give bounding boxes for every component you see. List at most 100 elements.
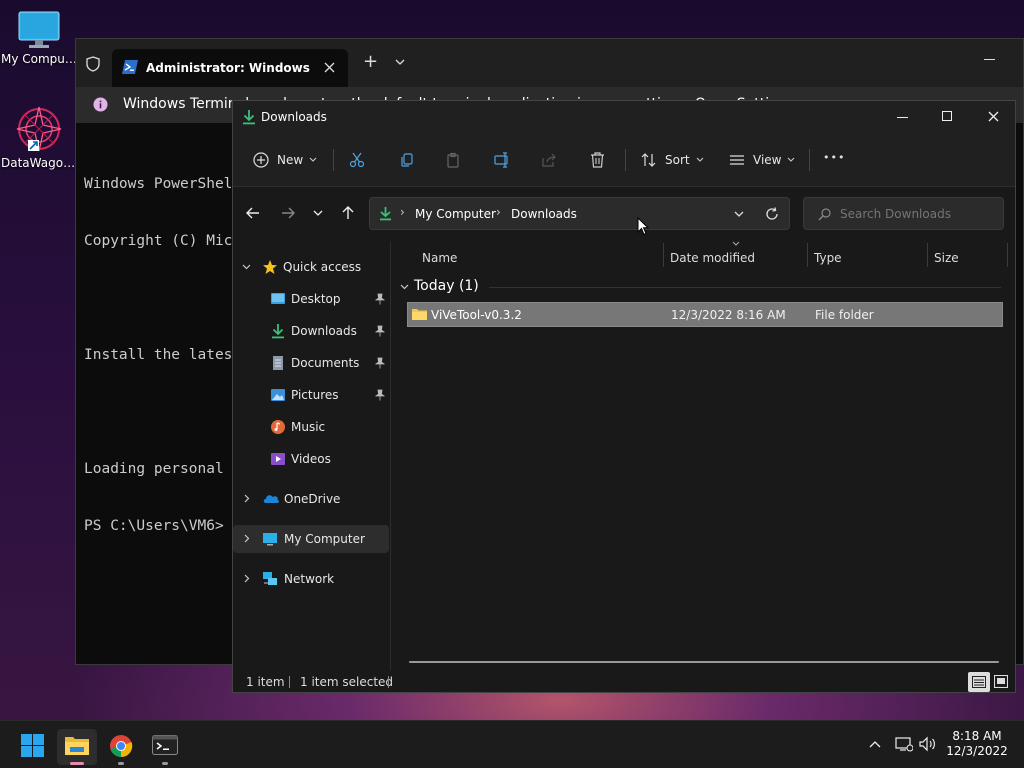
- group-header-today[interactable]: Today (1): [399, 277, 1003, 297]
- navigation-pane[interactable]: Quick access Desktop Downloads Documents…: [233, 241, 391, 671]
- paste-icon[interactable]: [445, 152, 461, 168]
- desktop-icon-my-computer[interactable]: My Computer: [1, 10, 77, 66]
- nav-item-network[interactable]: Network: [233, 565, 389, 593]
- search-input[interactable]: [840, 204, 995, 224]
- taskbar-file-explorer[interactable]: [57, 729, 97, 765]
- chevron-down-icon[interactable]: [395, 59, 405, 66]
- nav-item-onedrive[interactable]: OneDrive: [233, 485, 389, 513]
- view-button[interactable]: View: [729, 145, 795, 175]
- nav-item-pictures[interactable]: Pictures: [233, 381, 389, 409]
- pin-icon[interactable]: [375, 325, 385, 337]
- taskbar-chrome[interactable]: [101, 729, 141, 765]
- nav-item-label: Network: [284, 572, 335, 586]
- chevron-up-icon[interactable]: [869, 740, 881, 748]
- desktop-icon-datawagon[interactable]: DataWagon...: [1, 104, 77, 170]
- system-clock[interactable]: 8:18 AM 12/3/2022: [940, 729, 1014, 759]
- taskbar-terminal[interactable]: [145, 729, 185, 765]
- nav-item-label: Pictures: [291, 388, 339, 402]
- column-header-size[interactable]: Size: [934, 251, 959, 265]
- info-icon: [93, 97, 108, 112]
- new-button-label: New: [277, 153, 304, 167]
- chevron-down-icon[interactable]: [734, 211, 744, 218]
- column-separator[interactable]: [927, 243, 928, 267]
- status-item-count: 1 item: [246, 675, 285, 689]
- mouse-cursor-icon: [637, 217, 649, 236]
- pane-divider[interactable]: [390, 241, 391, 671]
- close-icon[interactable]: [324, 62, 335, 73]
- copy-icon[interactable]: [399, 152, 415, 168]
- pin-icon[interactable]: [375, 293, 385, 305]
- chevron-down-icon: [242, 264, 251, 270]
- star-icon: [263, 260, 277, 274]
- horizontal-scrollbar[interactable]: [409, 661, 999, 663]
- search-box[interactable]: [803, 197, 1004, 230]
- chevron-right-icon: [244, 574, 250, 583]
- music-icon: [271, 420, 285, 434]
- chevron-down-icon: [696, 157, 703, 162]
- explorer-address-row: › My Computer › Downloads: [233, 187, 1015, 241]
- file-explorer-window[interactable]: Downloads New Sort View ••• › My Compute…: [232, 100, 1016, 693]
- nav-item-desktop[interactable]: Desktop: [233, 285, 389, 313]
- address-bar[interactable]: › My Computer › Downloads: [369, 197, 790, 230]
- column-header-name[interactable]: Name: [422, 251, 457, 265]
- view-button-label: View: [753, 153, 782, 167]
- document-icon: [273, 356, 283, 370]
- back-arrow-icon[interactable]: [246, 207, 260, 219]
- minimize-button[interactable]: [897, 117, 908, 118]
- monitor-icon: [263, 533, 277, 546]
- breadcrumb-item[interactable]: My Computer: [415, 207, 496, 221]
- tiles-view-icon[interactable]: [994, 675, 1008, 688]
- cut-icon[interactable]: [349, 152, 365, 168]
- terminal-tab[interactable]: Administrator: Windows PowerShell: [112, 49, 348, 87]
- column-separator[interactable]: [1007, 243, 1008, 267]
- sort-button[interactable]: Sort: [641, 145, 704, 175]
- column-header-date[interactable]: Date modified: [670, 251, 755, 265]
- status-selected-count: 1 item selected: [300, 675, 394, 689]
- breadcrumb-item[interactable]: Downloads: [511, 207, 577, 221]
- new-tab-button[interactable]: +: [363, 51, 378, 72]
- new-button[interactable]: New: [253, 145, 317, 175]
- column-separator[interactable]: [807, 243, 808, 267]
- windows-start-icon[interactable]: [21, 734, 44, 757]
- rename-icon[interactable]: [494, 152, 511, 168]
- group-header-divider: [489, 287, 1001, 288]
- table-row[interactable]: ViVeTool-v0.3.2 12/3/2022 8:16 AM File f…: [407, 302, 1003, 327]
- volume-icon[interactable]: [919, 736, 937, 752]
- nav-item-label: Documents: [291, 356, 360, 370]
- nav-item-videos[interactable]: Videos: [233, 445, 389, 473]
- terminal-icon: [152, 735, 178, 755]
- cloud-icon: [263, 495, 279, 503]
- breadcrumb-separator: ›: [400, 205, 405, 219]
- nav-item-music[interactable]: Music: [233, 413, 389, 441]
- nav-item-documents[interactable]: Documents: [233, 349, 389, 377]
- column-header-row: Name Date modified Type Size: [393, 241, 1015, 269]
- forward-arrow-icon[interactable]: [281, 207, 295, 219]
- nav-item-my-computer[interactable]: My Computer: [233, 525, 389, 553]
- minimize-button[interactable]: [984, 59, 995, 60]
- close-icon[interactable]: [988, 111, 999, 122]
- search-icon: [818, 208, 831, 221]
- column-header-type[interactable]: Type: [814, 251, 842, 265]
- breadcrumb-separator: ›: [496, 205, 501, 219]
- delete-icon[interactable]: [590, 152, 605, 168]
- share-icon[interactable]: [541, 152, 557, 168]
- maximize-button[interactable]: [942, 111, 952, 121]
- nav-item-downloads[interactable]: Downloads: [233, 317, 389, 345]
- explorer-command-bar: New Sort View •••: [233, 133, 1015, 187]
- nav-item-quick-access[interactable]: Quick access: [233, 253, 389, 281]
- nav-item-label: Quick access: [283, 260, 362, 274]
- video-icon: [271, 453, 285, 465]
- pin-icon[interactable]: [375, 357, 385, 369]
- column-separator[interactable]: [663, 243, 664, 267]
- details-view-button[interactable]: [968, 672, 990, 692]
- file-list-pane[interactable]: Name Date modified Type Size Today (1) V…: [393, 241, 1015, 671]
- recent-locations-chevron-icon[interactable]: [313, 210, 323, 217]
- status-divider: [388, 676, 389, 688]
- pin-icon[interactable]: [375, 389, 385, 401]
- nav-item-label: OneDrive: [284, 492, 341, 506]
- network-status-icon[interactable]: [895, 736, 913, 752]
- nav-item-label: Videos: [291, 452, 331, 466]
- more-options-button[interactable]: •••: [823, 151, 845, 164]
- up-arrow-icon[interactable]: [342, 206, 354, 220]
- refresh-icon[interactable]: [765, 207, 779, 221]
